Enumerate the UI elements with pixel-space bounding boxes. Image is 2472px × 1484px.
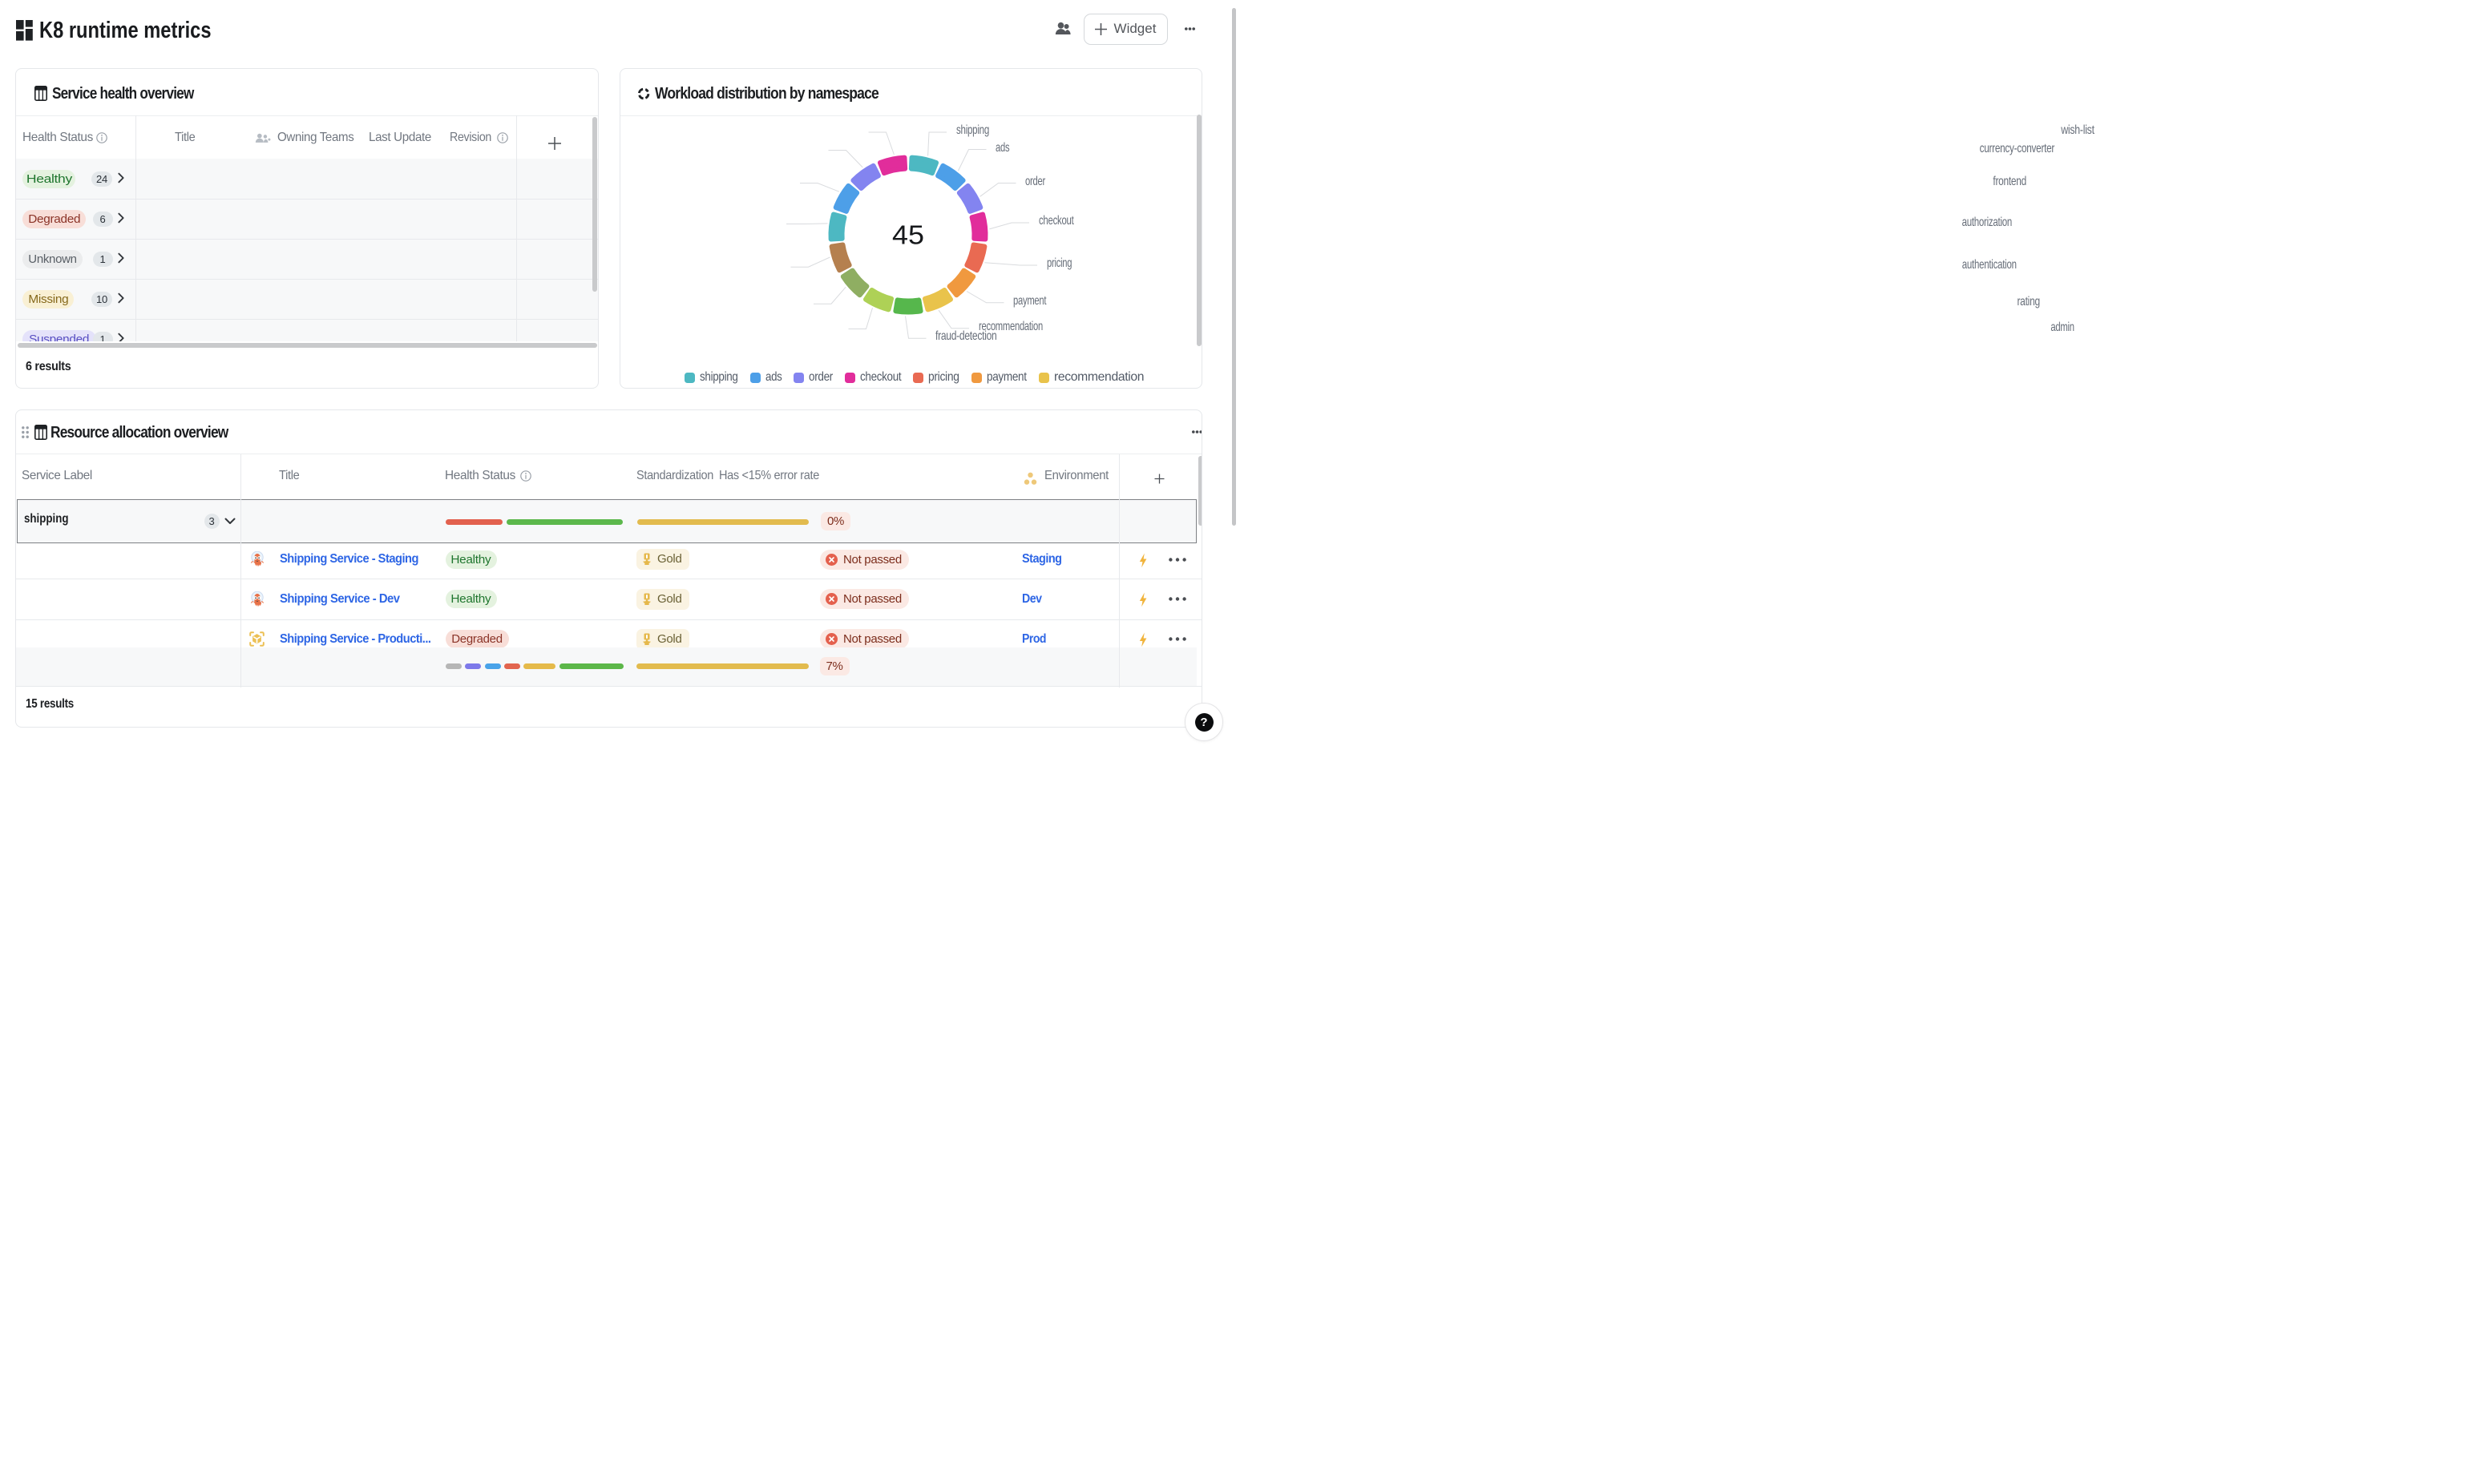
svg-text:45: 45	[892, 220, 924, 250]
